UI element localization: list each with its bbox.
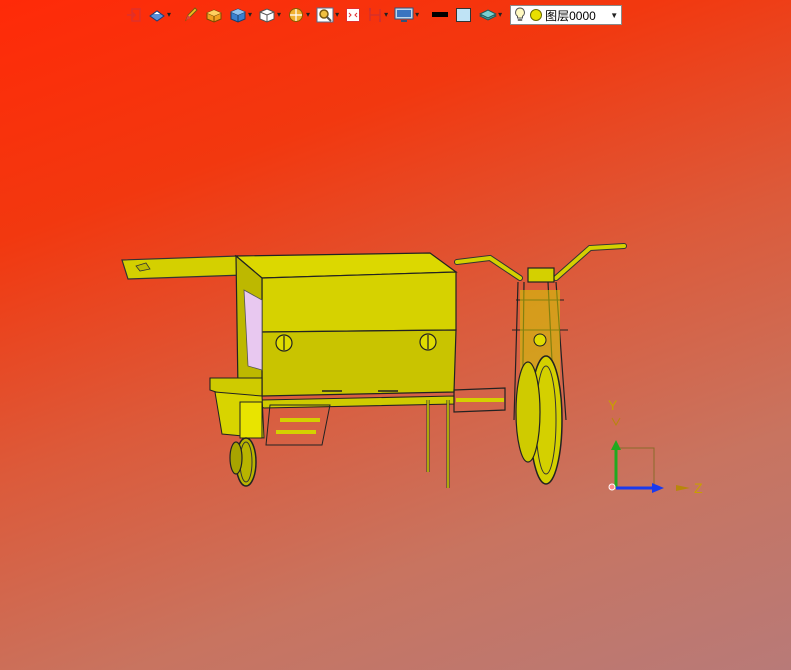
cart-model: Y Z	[121, 243, 703, 496]
z-axis-label: Z	[694, 480, 703, 496]
rear-wheels	[229, 437, 257, 487]
bicycle	[454, 243, 627, 485]
open-lid	[121, 255, 245, 280]
cart-box	[234, 252, 458, 397]
axis-triad: Y Z	[608, 397, 703, 496]
3d-viewport[interactable]: ▾ ▾ ▾ ▾ ▾ ▾ ▾ ▾ 图层0000 ▼ Y Z	[0, 0, 791, 670]
y-axis-label: Y	[608, 397, 618, 413]
